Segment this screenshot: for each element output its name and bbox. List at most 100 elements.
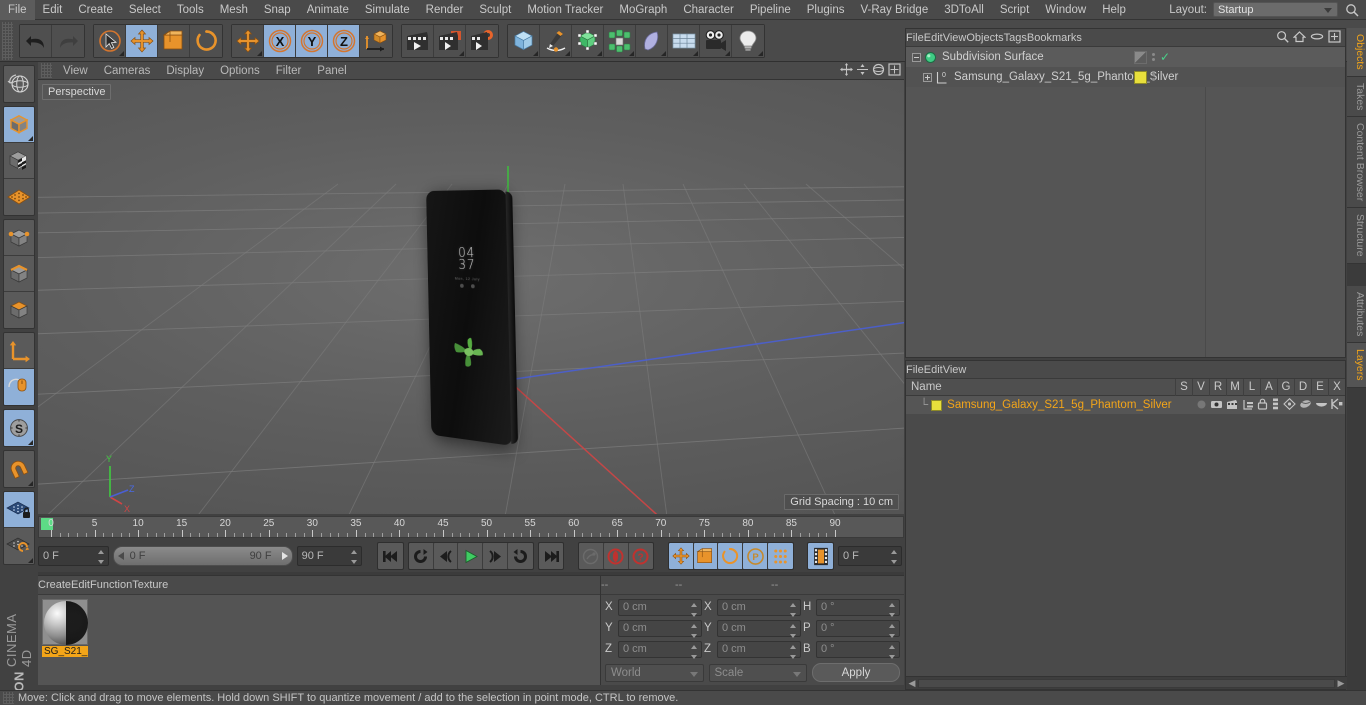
spinner-icon[interactable]: [889, 644, 896, 659]
material-menu-item-create[interactable]: Create: [38, 576, 71, 594]
go-to-start-button[interactable]: [377, 543, 403, 569]
vertical-tab-objects[interactable]: Objects: [1347, 28, 1366, 77]
expression-icon[interactable]: [1315, 399, 1328, 413]
add-camera-button[interactable]: [700, 24, 732, 57]
enable-snap-button[interactable]: [4, 451, 34, 487]
menu-item-pipeline[interactable]: Pipeline: [742, 0, 799, 20]
layer-color-swatch[interactable]: [931, 399, 943, 411]
coord-size-input[interactable]: 0 cm: [717, 640, 801, 659]
render-view-button[interactable]: [402, 24, 434, 57]
move-duplicate-button[interactable]: [232, 24, 264, 57]
layer-column-r[interactable]: R: [1209, 378, 1226, 396]
objectmgr-menu-item-view[interactable]: View: [943, 29, 967, 47]
layer-column-v[interactable]: V: [1192, 378, 1209, 396]
menu-item-edit[interactable]: Edit: [35, 0, 71, 20]
add-mograph-button[interactable]: [604, 24, 636, 57]
layer-column-x[interactable]: X: [1328, 378, 1345, 396]
redo-button[interactable]: [52, 24, 84, 57]
coord-rotation-input[interactable]: 0 °: [816, 619, 900, 638]
key-scale-button[interactable]: [693, 543, 719, 569]
axis-center-button[interactable]: [4, 369, 34, 405]
scale-tool-button[interactable]: [158, 24, 190, 57]
layer-column-m[interactable]: M: [1226, 378, 1243, 396]
zoom-icon[interactable]: [856, 63, 869, 79]
material-item[interactable]: SG_S21_: [42, 599, 90, 657]
play-forward-loop-button[interactable]: [507, 543, 533, 569]
add-spline-button[interactable]: [540, 24, 572, 57]
transform-mode-dropdown[interactable]: Scale: [708, 663, 807, 682]
coord-size-input[interactable]: 0 cm: [717, 598, 801, 617]
toolbar-grip[interactable]: [2, 21, 13, 60]
add-light-button[interactable]: [732, 24, 764, 57]
record-active-objects-button[interactable]: [603, 543, 629, 569]
points-mode-button[interactable]: [4, 220, 34, 256]
layermgr-menu-item-view[interactable]: View: [943, 361, 967, 379]
spinner-icon[interactable]: [691, 623, 698, 638]
coord-size-input[interactable]: 0 cm: [717, 619, 801, 638]
step-back-button[interactable]: [433, 543, 459, 569]
object-tree[interactable]: Subdivision Surface ✓ 0 Samsung_Galaxy_S…: [906, 47, 1345, 357]
objectmgr-menu-item-file[interactable]: File: [906, 29, 924, 47]
menu-item-script[interactable]: Script: [992, 0, 1037, 20]
xpresso-icon[interactable]: [1331, 398, 1343, 413]
subdivision-tag-icon[interactable]: [1134, 50, 1147, 64]
undo-view-button[interactable]: [4, 66, 34, 102]
vertical-tab-takes[interactable]: Takes: [1347, 76, 1366, 118]
viewport-menu-item-display[interactable]: Display: [158, 62, 212, 80]
spinner-icon[interactable]: [350, 550, 358, 564]
viewport-menu-item-options[interactable]: Options: [212, 62, 268, 80]
key-rotation-button[interactable]: [718, 543, 744, 569]
layer-row[interactable]: └ Samsung_Galaxy_S21_5g_Phantom_Silver: [906, 396, 1345, 414]
coord-rotation-input[interactable]: 0 °: [816, 598, 900, 617]
material-menu-item-function[interactable]: Function: [90, 576, 132, 594]
pan-icon[interactable]: [840, 62, 853, 79]
layer-column-l[interactable]: L: [1243, 378, 1260, 396]
layermgr-menu-item-file[interactable]: File: [906, 361, 924, 379]
workplane-button[interactable]: [4, 179, 34, 215]
vertical-tab-structure[interactable]: Structure: [1347, 208, 1366, 264]
lock-icon[interactable]: [1257, 398, 1268, 413]
spinner-icon[interactable]: [891, 550, 898, 564]
scroll-left-arrow-icon[interactable]: ◀: [906, 678, 918, 689]
enable-axis-button[interactable]: [4, 333, 34, 369]
manager-icon[interactable]: [1242, 399, 1254, 413]
animation-icon[interactable]: [1271, 398, 1280, 413]
range-right-arrow-icon[interactable]: [281, 552, 288, 560]
lock-z-button[interactable]: Z: [328, 24, 360, 57]
scroll-right-arrow-icon[interactable]: ▶: [1335, 678, 1347, 689]
rotate-tool-button[interactable]: [190, 24, 222, 57]
menu-item-select[interactable]: Select: [121, 0, 169, 20]
generator-icon[interactable]: [1283, 397, 1296, 413]
viewport-menu-grip[interactable]: [41, 63, 52, 78]
add-generator-button[interactable]: [572, 24, 604, 57]
viewport-menu-item-view[interactable]: View: [55, 62, 96, 80]
menu-item-window[interactable]: Window: [1037, 0, 1094, 20]
range-left-arrow-icon[interactable]: [117, 552, 124, 560]
layout-dropdown[interactable]: Startup: [1213, 2, 1338, 17]
objectmgr-menu-item-objects[interactable]: Objects: [966, 29, 1003, 47]
coord-position-input[interactable]: 0 cm: [618, 598, 702, 617]
spinner-icon[interactable]: [889, 623, 896, 638]
layer-column-g[interactable]: G: [1277, 378, 1294, 396]
material-menu-item-edit[interactable]: Edit: [71, 576, 90, 594]
layer-column-s[interactable]: S: [1175, 378, 1192, 396]
autokey-button[interactable]: [578, 543, 604, 569]
viewport-menu-item-cameras[interactable]: Cameras: [96, 62, 159, 80]
lock-x-button[interactable]: X: [264, 24, 296, 57]
key-position-button[interactable]: [668, 543, 694, 569]
menu-item-render[interactable]: Render: [418, 0, 472, 20]
menu-item-create[interactable]: Create: [70, 0, 121, 20]
menu-item-v-ray-bridge[interactable]: V-Ray Bridge: [852, 0, 936, 20]
spinner-icon[interactable]: [97, 550, 105, 564]
menu-item-sculpt[interactable]: Sculpt: [471, 0, 519, 20]
object-row-subdivision-surface[interactable]: Subdivision Surface ✓: [906, 47, 1345, 67]
current-frame-field[interactable]: 0 F: [38, 546, 109, 566]
step-forward-button[interactable]: [483, 543, 508, 569]
key-pla-button[interactable]: [767, 543, 793, 569]
scroll-track[interactable]: [918, 678, 1335, 688]
menu-item-motion-tracker[interactable]: Motion Tracker: [519, 0, 611, 20]
status-bar-grip[interactable]: [3, 692, 14, 704]
world-object-coord-button[interactable]: [360, 24, 392, 57]
viewport-menu-item-panel[interactable]: Panel: [309, 62, 354, 80]
play-button[interactable]: [458, 543, 484, 569]
